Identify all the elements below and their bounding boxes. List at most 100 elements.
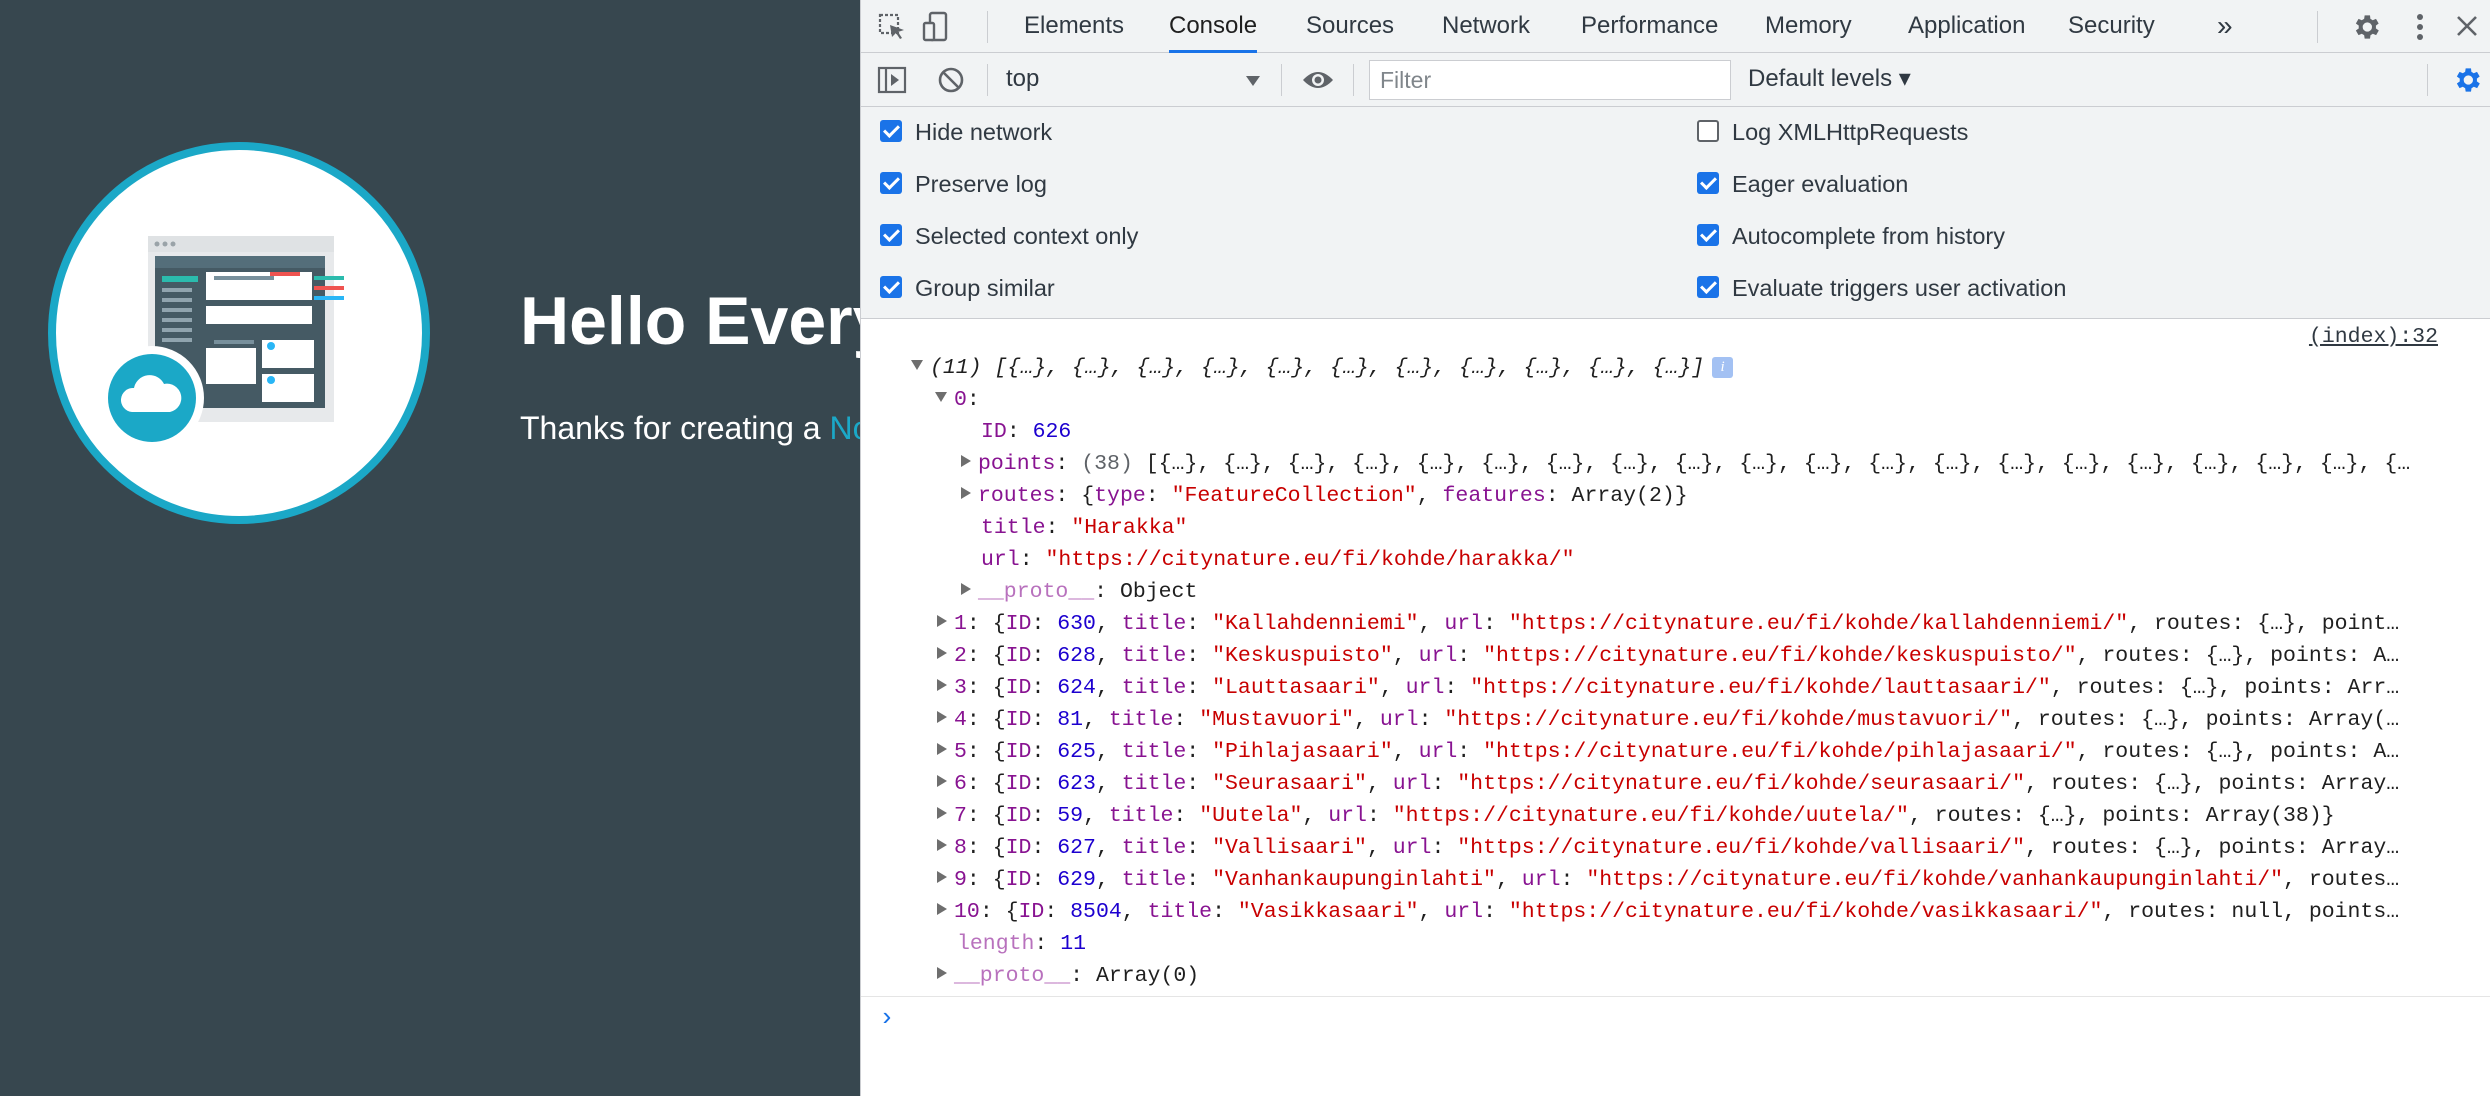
tab-security[interactable]: Security bbox=[2068, 0, 2155, 53]
console-settings-gear-icon[interactable] bbox=[2451, 64, 2483, 96]
live-expression-eye-icon[interactable] bbox=[1301, 68, 1335, 92]
checkbox[interactable] bbox=[880, 172, 902, 194]
log-levels-dropdown[interactable]: Default levels ▾ bbox=[1748, 53, 1911, 106]
object-rest: , routes… bbox=[2283, 868, 2400, 892]
checkbox[interactable] bbox=[880, 120, 902, 142]
expand-triangle-icon[interactable] bbox=[937, 807, 947, 820]
chevron-down-icon[interactable] bbox=[1245, 75, 1261, 87]
object-row[interactable]: 2: {ID: 628, title: "Keskuspuisto", url:… bbox=[937, 640, 2438, 672]
expand-triangle-icon[interactable] bbox=[937, 615, 947, 628]
object-row[interactable]: 3: {ID: 624, title: "Lauttasaari", url: … bbox=[937, 672, 2438, 704]
object-row[interactable]: 4: {ID: 81, title: "Mustavuori", url: "h… bbox=[937, 704, 2438, 736]
prompt-chevron-icon: › bbox=[879, 1003, 895, 1033]
collapse-triangle-icon[interactable] bbox=[911, 360, 923, 371]
object-row[interactable]: 10: {ID: 8504, title: "Vasikkasaari", ur… bbox=[937, 896, 2438, 928]
object-rest: , routes: {…}, points: Array… bbox=[2024, 836, 2400, 860]
object-rest: , routes: {…}, points: A… bbox=[2076, 644, 2400, 668]
object-title: "Seurasaari" bbox=[1212, 772, 1367, 796]
object-row[interactable]: 1: {ID: 630, title: "Kallahdenniemi", ur… bbox=[937, 608, 2438, 640]
more-options-icon[interactable] bbox=[2414, 12, 2426, 42]
close-devtools-icon[interactable] bbox=[2455, 14, 2479, 38]
object-row[interactable]: 9: {ID: 629, title: "Vanhankaupunginlaht… bbox=[937, 864, 2438, 896]
object-title: "Mustavuori" bbox=[1199, 708, 1355, 732]
tab-network[interactable]: Network bbox=[1442, 0, 1530, 53]
points-preview: [{…}, {…}, {…}, {…}, {…}, {…}, {…}, {…},… bbox=[1145, 452, 2411, 476]
property-id-value: 626 bbox=[1032, 420, 1072, 444]
property-url: url: "https://citynature.eu/fi/kohde/har… bbox=[981, 548, 1575, 572]
expand-triangle-icon[interactable] bbox=[961, 487, 971, 500]
url-value: "https://citynature.eu/fi/kohde/harakka/… bbox=[1045, 548, 1575, 572]
object-url: "https://citynature.eu/fi/kohde/seurasaa… bbox=[1457, 772, 2025, 796]
object-id: 624 bbox=[1057, 676, 1096, 700]
expand-triangle-icon[interactable] bbox=[937, 679, 947, 692]
checkbox[interactable] bbox=[1697, 120, 1719, 142]
console-prompt-area[interactable]: › bbox=[861, 996, 2490, 1096]
tab-console-label: Console bbox=[1169, 12, 1258, 39]
tab-performance[interactable]: Performance bbox=[1581, 0, 1718, 53]
object-title: "Uutela" bbox=[1199, 804, 1303, 828]
source-link[interactable]: (index):32 bbox=[2309, 325, 2438, 349]
page-heading: Hello Every bbox=[520, 283, 860, 359]
toolbar-divider bbox=[1281, 64, 1282, 96]
setting-label: Hide network bbox=[915, 119, 1053, 145]
tab-memory[interactable]: Memory bbox=[1765, 0, 1852, 53]
more-tabs-button[interactable]: » bbox=[2217, 0, 2233, 53]
routes-type-value: "FeatureCollection" bbox=[1171, 484, 1417, 508]
expand-triangle-icon[interactable] bbox=[937, 839, 947, 852]
object-index: 9 bbox=[954, 868, 967, 892]
object-row[interactable]: 5: {ID: 625, title: "Pihlajasaari", url:… bbox=[937, 736, 2438, 768]
expand-triangle-icon[interactable] bbox=[937, 775, 947, 788]
array-proto-row[interactable]: __proto__: Array(0) bbox=[937, 960, 2438, 992]
expand-triangle-icon[interactable] bbox=[937, 711, 947, 724]
checkbox[interactable] bbox=[1697, 172, 1719, 194]
object-row[interactable]: 6: {ID: 623, title: "Seurasaari", url: "… bbox=[937, 768, 2438, 800]
inspect-element-icon[interactable] bbox=[877, 12, 907, 42]
object-index: 2 bbox=[954, 644, 967, 668]
tab-sources[interactable]: Sources bbox=[1306, 0, 1394, 53]
object-title: "Vasikkasaari" bbox=[1237, 900, 1419, 924]
setting-label: Autocomplete from history bbox=[1732, 223, 2005, 249]
object-row[interactable]: 8: {ID: 627, title: "Vallisaari", url: "… bbox=[937, 832, 2438, 864]
intro-link[interactable]: No bbox=[829, 410, 860, 446]
object-index: 4 bbox=[954, 708, 967, 732]
array-summary-row[interactable]: (11) [{…}, {…}, {…}, {…}, {…}, {…}, {…},… bbox=[911, 352, 2438, 384]
expand-triangle-icon[interactable] bbox=[937, 903, 947, 916]
tab-elements[interactable]: Elements bbox=[1024, 0, 1124, 53]
object-id: 625 bbox=[1057, 740, 1096, 764]
expand-triangle-icon[interactable] bbox=[961, 583, 971, 596]
expand-triangle-icon[interactable] bbox=[937, 743, 947, 756]
expand-triangle-icon[interactable] bbox=[961, 455, 971, 468]
show-sidebar-icon[interactable] bbox=[877, 65, 907, 95]
object-id: 59 bbox=[1057, 804, 1084, 828]
object-rest: , routes: {…}, points: Array… bbox=[2024, 772, 2400, 796]
page-intro-text: Thanks for creating a No bbox=[520, 410, 860, 447]
filter-input[interactable] bbox=[1369, 60, 1731, 100]
property-routes[interactable]: routes: {type: "FeatureCollection", feat… bbox=[961, 480, 2438, 512]
device-toolbar-icon[interactable] bbox=[921, 11, 951, 43]
web-page: Hello Every Thanks for creating a No bbox=[0, 0, 860, 1096]
context-selector[interactable]: top bbox=[1006, 53, 1126, 106]
checkbox[interactable] bbox=[880, 224, 902, 246]
collapse-triangle-icon[interactable] bbox=[935, 392, 947, 403]
info-icon[interactable]: i bbox=[1712, 356, 1734, 378]
object-rest: , routes: {…}, points: A… bbox=[2076, 740, 2400, 764]
object-row-0[interactable]: 0: bbox=[935, 384, 2438, 416]
object-id: 8504 bbox=[1070, 900, 1122, 924]
checkbox[interactable] bbox=[1697, 276, 1719, 298]
object-index: 1 bbox=[954, 612, 967, 636]
property-id: ID: 626 bbox=[981, 420, 1072, 444]
expand-triangle-icon[interactable] bbox=[937, 967, 947, 980]
tab-application[interactable]: Application bbox=[1908, 0, 2025, 53]
object-title: "Kallahdenniemi" bbox=[1212, 612, 1419, 636]
property-points[interactable]: points: (38) [{…}, {…}, {…}, {…}, {…}, {… bbox=[961, 448, 2438, 480]
object-row[interactable]: 7: {ID: 59, title: "Uutela", url: "https… bbox=[937, 800, 2438, 832]
property-proto[interactable]: __proto__: Object bbox=[961, 576, 2438, 608]
settings-gear-icon[interactable] bbox=[2350, 11, 2382, 43]
clear-console-icon[interactable] bbox=[937, 66, 965, 94]
checkbox[interactable] bbox=[880, 276, 902, 298]
expand-triangle-icon[interactable] bbox=[937, 647, 947, 660]
expand-triangle-icon[interactable] bbox=[937, 871, 947, 884]
checkbox[interactable] bbox=[1697, 224, 1719, 246]
object-url: "https://citynature.eu/fi/kohde/uutela/" bbox=[1392, 804, 1909, 828]
tab-console[interactable]: Console bbox=[1169, 0, 1258, 53]
